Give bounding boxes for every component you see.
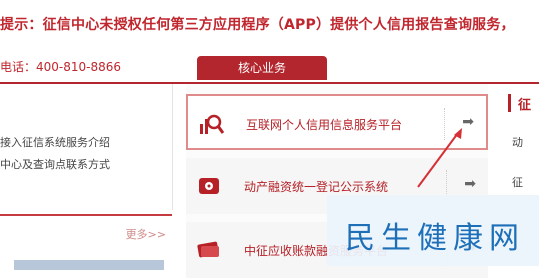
banknote-icon	[197, 241, 219, 258]
notice-banner: 提示：征信中心未授权任何第三方应用程序（APP）提供个人信用报告查询服务，	[0, 17, 515, 33]
left-panel-lower: 更多>>	[0, 214, 172, 270]
right-panel-accent	[508, 94, 511, 112]
link-contact-info[interactable]: 中心及查询点联系方式	[0, 156, 110, 172]
right-list-item[interactable]: 动	[512, 134, 523, 150]
service-label: 互联网个人信用信息服务平台	[246, 118, 403, 132]
right-panel-title: 征	[518, 98, 532, 113]
left-panel: 接入征信系统服务介绍 中心及查询点联系方式	[0, 84, 173, 210]
magnifier-chart-icon	[200, 114, 224, 134]
banner-image[interactable]	[14, 260, 164, 270]
watermark-overlay: 民生健康网	[327, 195, 539, 266]
link-system-intro[interactable]: 接入征信系统服务介绍	[0, 134, 110, 150]
annotation-arrow	[417, 128, 462, 188]
watermark-text: 民生健康网	[345, 221, 525, 256]
vault-icon	[199, 178, 219, 194]
more-link[interactable]: 更多>>	[126, 226, 166, 242]
service-label: 动产融资统一登记公示系统	[244, 180, 389, 194]
right-list-item[interactable]: 征	[512, 174, 523, 190]
tab-core-business[interactable]: 核心业务	[197, 56, 327, 80]
